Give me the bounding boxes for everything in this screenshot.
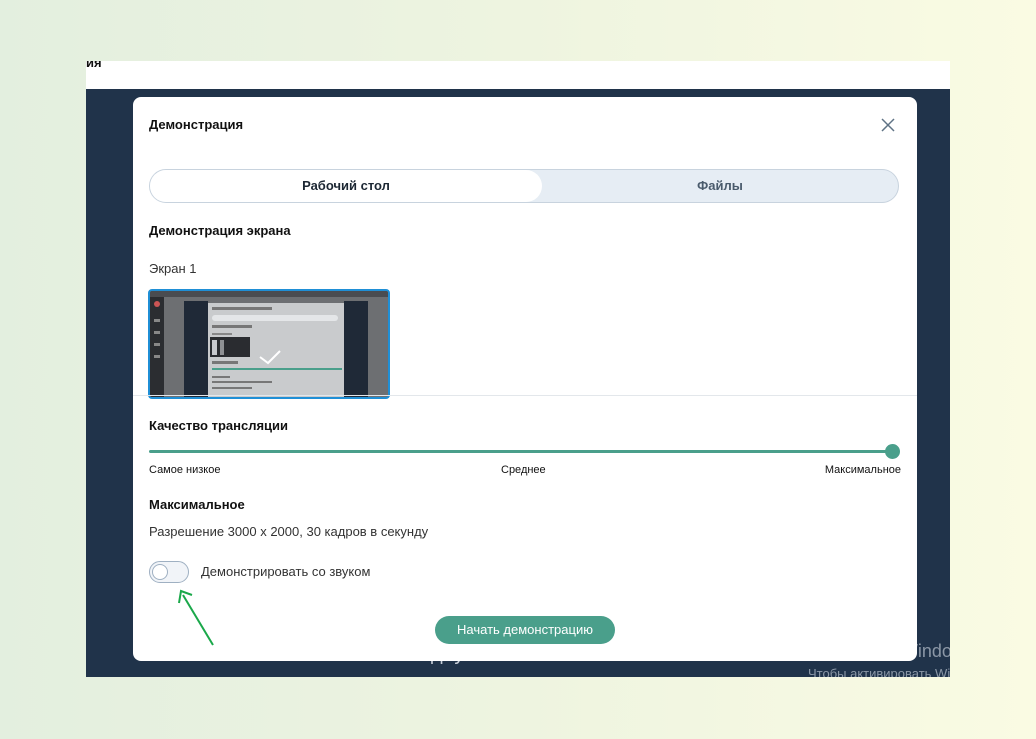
screen-section-title: Демонстрация экрана — [149, 223, 291, 238]
background-topbar-text: ия — [86, 61, 102, 70]
quality-slider-track[interactable] — [149, 450, 893, 453]
background-topbar: ия — [86, 61, 950, 89]
tab-files[interactable]: Файлы — [542, 170, 898, 202]
demonstration-dialog: Демонстрация Рабочий стол Файлы Демонстр… — [133, 97, 917, 661]
screen-thumbnail[interactable] — [148, 289, 390, 399]
dialog-title: Демонстрация — [149, 117, 244, 132]
windows-activation-watermark-sub: Чтобы активировать Windows — [808, 666, 950, 677]
screen-label: Экран 1 — [149, 261, 197, 276]
source-tabs: Рабочий стол Файлы — [149, 169, 899, 203]
quality-label-max: Максимальное — [824, 464, 901, 476]
annotation-arrow-icon — [178, 589, 214, 646]
screen-preview-image — [150, 291, 388, 397]
quality-label-medium: Среднее — [501, 464, 546, 476]
sound-toggle-label: Демонстрировать со звуком — [201, 564, 371, 579]
start-demonstration-button[interactable]: Начать демонстрацию — [435, 616, 615, 644]
selected-quality-title: Максимальное — [149, 497, 245, 512]
quality-slider-thumb[interactable] — [885, 444, 900, 459]
close-icon[interactable] — [879, 116, 897, 134]
tab-desktop[interactable]: Рабочий стол — [150, 170, 542, 202]
quality-label-low: Самое низкое — [149, 464, 221, 476]
sound-toggle-knob — [152, 564, 168, 580]
resolution-description: Разрешение 3000 x 2000, 30 кадров в секу… — [149, 524, 429, 539]
sound-toggle[interactable] — [149, 561, 189, 583]
section-divider — [133, 395, 917, 396]
quality-title: Качество трансляции — [149, 418, 289, 433]
